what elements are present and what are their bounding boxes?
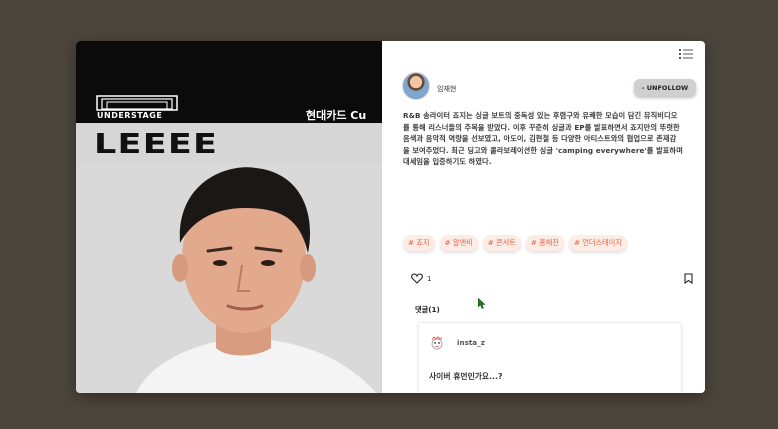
comments-title: 댓글(1) (415, 305, 440, 314)
commenter-avatar-icon[interactable] (429, 335, 445, 351)
post-image: UNDERSTAGE 현대카드 Cu LEEEE (76, 41, 382, 393)
heart-icon[interactable] (411, 273, 423, 284)
tag-list: # 죠지 # 알앤비 # 콘서트 # 홍해찬 # 언더스테이지 (403, 235, 627, 251)
list-icon[interactable] (678, 47, 694, 61)
tag-item[interactable]: # 홍해찬 (525, 235, 565, 251)
tag-item[interactable]: # 죠지 (403, 235, 435, 251)
author-avatar[interactable] (402, 72, 430, 100)
tag-item[interactable]: # 알앤비 (439, 235, 478, 251)
artist-name: LEEEE (94, 127, 219, 160)
unfollow-button[interactable]: - UNFOLLOW (634, 79, 696, 96)
post-details: 임재현 - UNFOLLOW R&B 송라이터 죠지는 싱글 보트의 중독성 있… (382, 41, 705, 393)
tag-item[interactable]: # 언더스테이지 (569, 235, 627, 251)
post-modal: UNDERSTAGE 현대카드 Cu LEEEE 임재현 - UNFOLLOW (76, 41, 705, 393)
commenter-username[interactable]: insta_z (457, 338, 485, 347)
author-username[interactable]: 임재현 (437, 84, 456, 94)
comment-text: 사이버 휴먼인가요...? (429, 372, 503, 381)
post-description: R&B 송라이터 죠지는 싱글 보트의 중독성 있는 후렴구와 유쾌한 모습이 … (403, 111, 683, 166)
comment-item: insta_z 사이버 휴먼인가요...? (418, 322, 682, 393)
portrait-image (76, 163, 382, 393)
bookmark-icon[interactable] (684, 273, 693, 284)
mouse-cursor-icon (478, 298, 486, 309)
banner-text: 현대카드 Cu (306, 109, 367, 122)
like-count: 1 (427, 275, 432, 283)
logo-text: UNDERSTAGE (97, 111, 163, 120)
tag-item[interactable]: # 콘서트 (482, 235, 521, 251)
